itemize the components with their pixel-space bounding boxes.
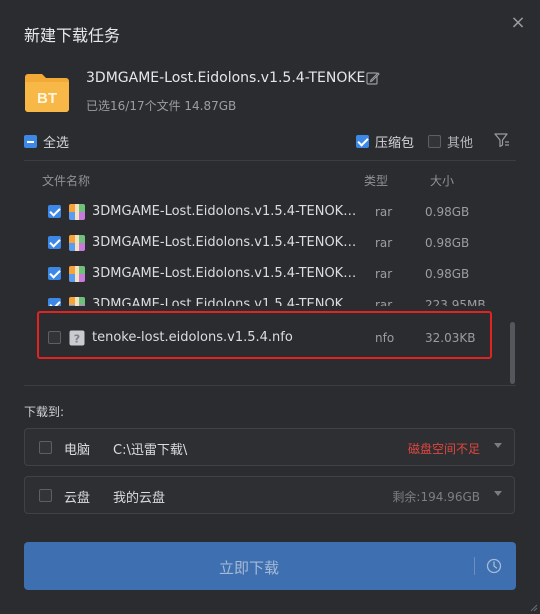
file-type: rar <box>375 298 393 306</box>
file-row[interactable]: 3DMGAME-Lost.Eidolons.v1.5.4-TENOKE.part… <box>24 197 504 227</box>
destination-pc-checkbox[interactable] <box>39 441 52 454</box>
file-row-checkbox[interactable] <box>48 236 61 249</box>
rar-archive-icon <box>69 235 85 251</box>
destination-pc[interactable]: 电脑 C:\迅雷下载\ 磁盘空间不足 <box>24 428 515 466</box>
column-header-name: 文件名称 <box>42 174 91 188</box>
filter-archive-box[interactable] <box>356 135 369 148</box>
file-row-checkbox[interactable] <box>48 205 61 218</box>
column-header-size: 大小 <box>430 174 455 188</box>
dialog-title: 新建下载任务 <box>24 26 121 45</box>
destination-pc-status: 磁盘空间不足 <box>407 442 480 456</box>
destination-cloud-path: 我的云盘 <box>113 491 166 506</box>
rar-archive-icon <box>69 204 85 220</box>
red-highlight-box <box>37 311 492 359</box>
edit-icon[interactable] <box>366 71 380 85</box>
select-all-box[interactable] <box>24 135 37 148</box>
column-header-type: 类型 <box>364 174 389 188</box>
file-type: rar <box>375 267 393 281</box>
bt-torrent-icon: BT <box>25 74 69 112</box>
file-row-checkbox[interactable] <box>48 267 61 280</box>
filter-icon[interactable] <box>494 132 510 148</box>
new-download-task-dialog: 新建下载任务 × BT 3DMGAME-Lost.Eidolons.v1.5.4… <box>0 0 540 614</box>
file-name: 3DMGAME-Lost.Eidolons.v1.5.4-TENOKE.part… <box>92 297 364 306</box>
download-now-label: 立即下载 <box>218 559 279 577</box>
filter-archive-checkbox[interactable]: 压缩包 <box>356 132 414 151</box>
file-name: 3DMGAME-Lost.Eidolons.v1.5.4-TENOKE.part… <box>92 235 364 250</box>
file-list[interactable]: 文件名称 类型 大小 3DMGAME-Lost.Eidolons.v1.5.4-… <box>24 160 516 386</box>
close-icon[interactable]: × <box>508 13 528 33</box>
rar-archive-icon <box>69 266 85 282</box>
filter-archive-label: 压缩包 <box>375 136 415 151</box>
file-size: 0.98GB <box>425 205 470 219</box>
task-name: 3DMGAME-Lost.Eidolons.v1.5.4-TENOKE <box>86 70 366 86</box>
file-row[interactable]: 3DMGAME-Lost.Eidolons.v1.5.4-TENOKE.part… <box>24 290 504 306</box>
filter-other-label: 其他 <box>447 136 474 151</box>
chevron-down-icon[interactable] <box>494 491 502 496</box>
resize-grip-icon[interactable] <box>528 602 538 612</box>
select-all-label: 全选 <box>43 136 70 151</box>
schedule-clock-icon[interactable] <box>486 558 502 574</box>
destination-cloud-checkbox[interactable] <box>39 489 52 502</box>
destination-cloud-name: 云盘 <box>64 491 91 506</box>
destination-cloud-status: 剩余:194.96GB <box>392 490 480 504</box>
file-size: 0.98GB <box>425 236 470 250</box>
file-size: 0.98GB <box>425 267 470 281</box>
file-name: 3DMGAME-Lost.Eidolons.v1.5.4-TENOKE.part… <box>92 266 364 281</box>
chevron-down-icon[interactable] <box>494 443 502 448</box>
file-list-scrollbar[interactable] <box>510 322 515 384</box>
destination-cloud[interactable]: 云盘 我的云盘 剩余:194.96GB <box>24 476 515 514</box>
destination-pc-path: C:\迅雷下载\ <box>113 443 188 458</box>
filter-other-checkbox[interactable]: 其他 <box>428 132 473 151</box>
button-divider <box>474 557 475 575</box>
file-row-checkbox[interactable] <box>48 298 61 306</box>
download-now-button[interactable]: 立即下载 <box>24 542 516 590</box>
bt-icon-label: BT <box>37 90 57 107</box>
file-row[interactable]: 3DMGAME-Lost.Eidolons.v1.5.4-TENOKE.part… <box>24 228 504 258</box>
download-to-label: 下载到: <box>24 405 65 419</box>
task-selection-summary: 已选16/17个文件 14.87GB <box>86 99 237 113</box>
file-row[interactable]: 3DMGAME-Lost.Eidolons.v1.5.4-TENOKE.part… <box>24 259 504 289</box>
file-type: rar <box>375 236 393 250</box>
select-all-checkbox[interactable]: 全选 <box>24 132 69 151</box>
file-name: 3DMGAME-Lost.Eidolons.v1.5.4-TENOKE.part… <box>92 204 364 219</box>
destination-pc-name: 电脑 <box>64 443 91 458</box>
filter-other-box[interactable] <box>428 135 441 148</box>
file-type: rar <box>375 205 393 219</box>
rar-archive-icon <box>69 297 85 306</box>
file-size: 223.95MB <box>425 298 486 306</box>
